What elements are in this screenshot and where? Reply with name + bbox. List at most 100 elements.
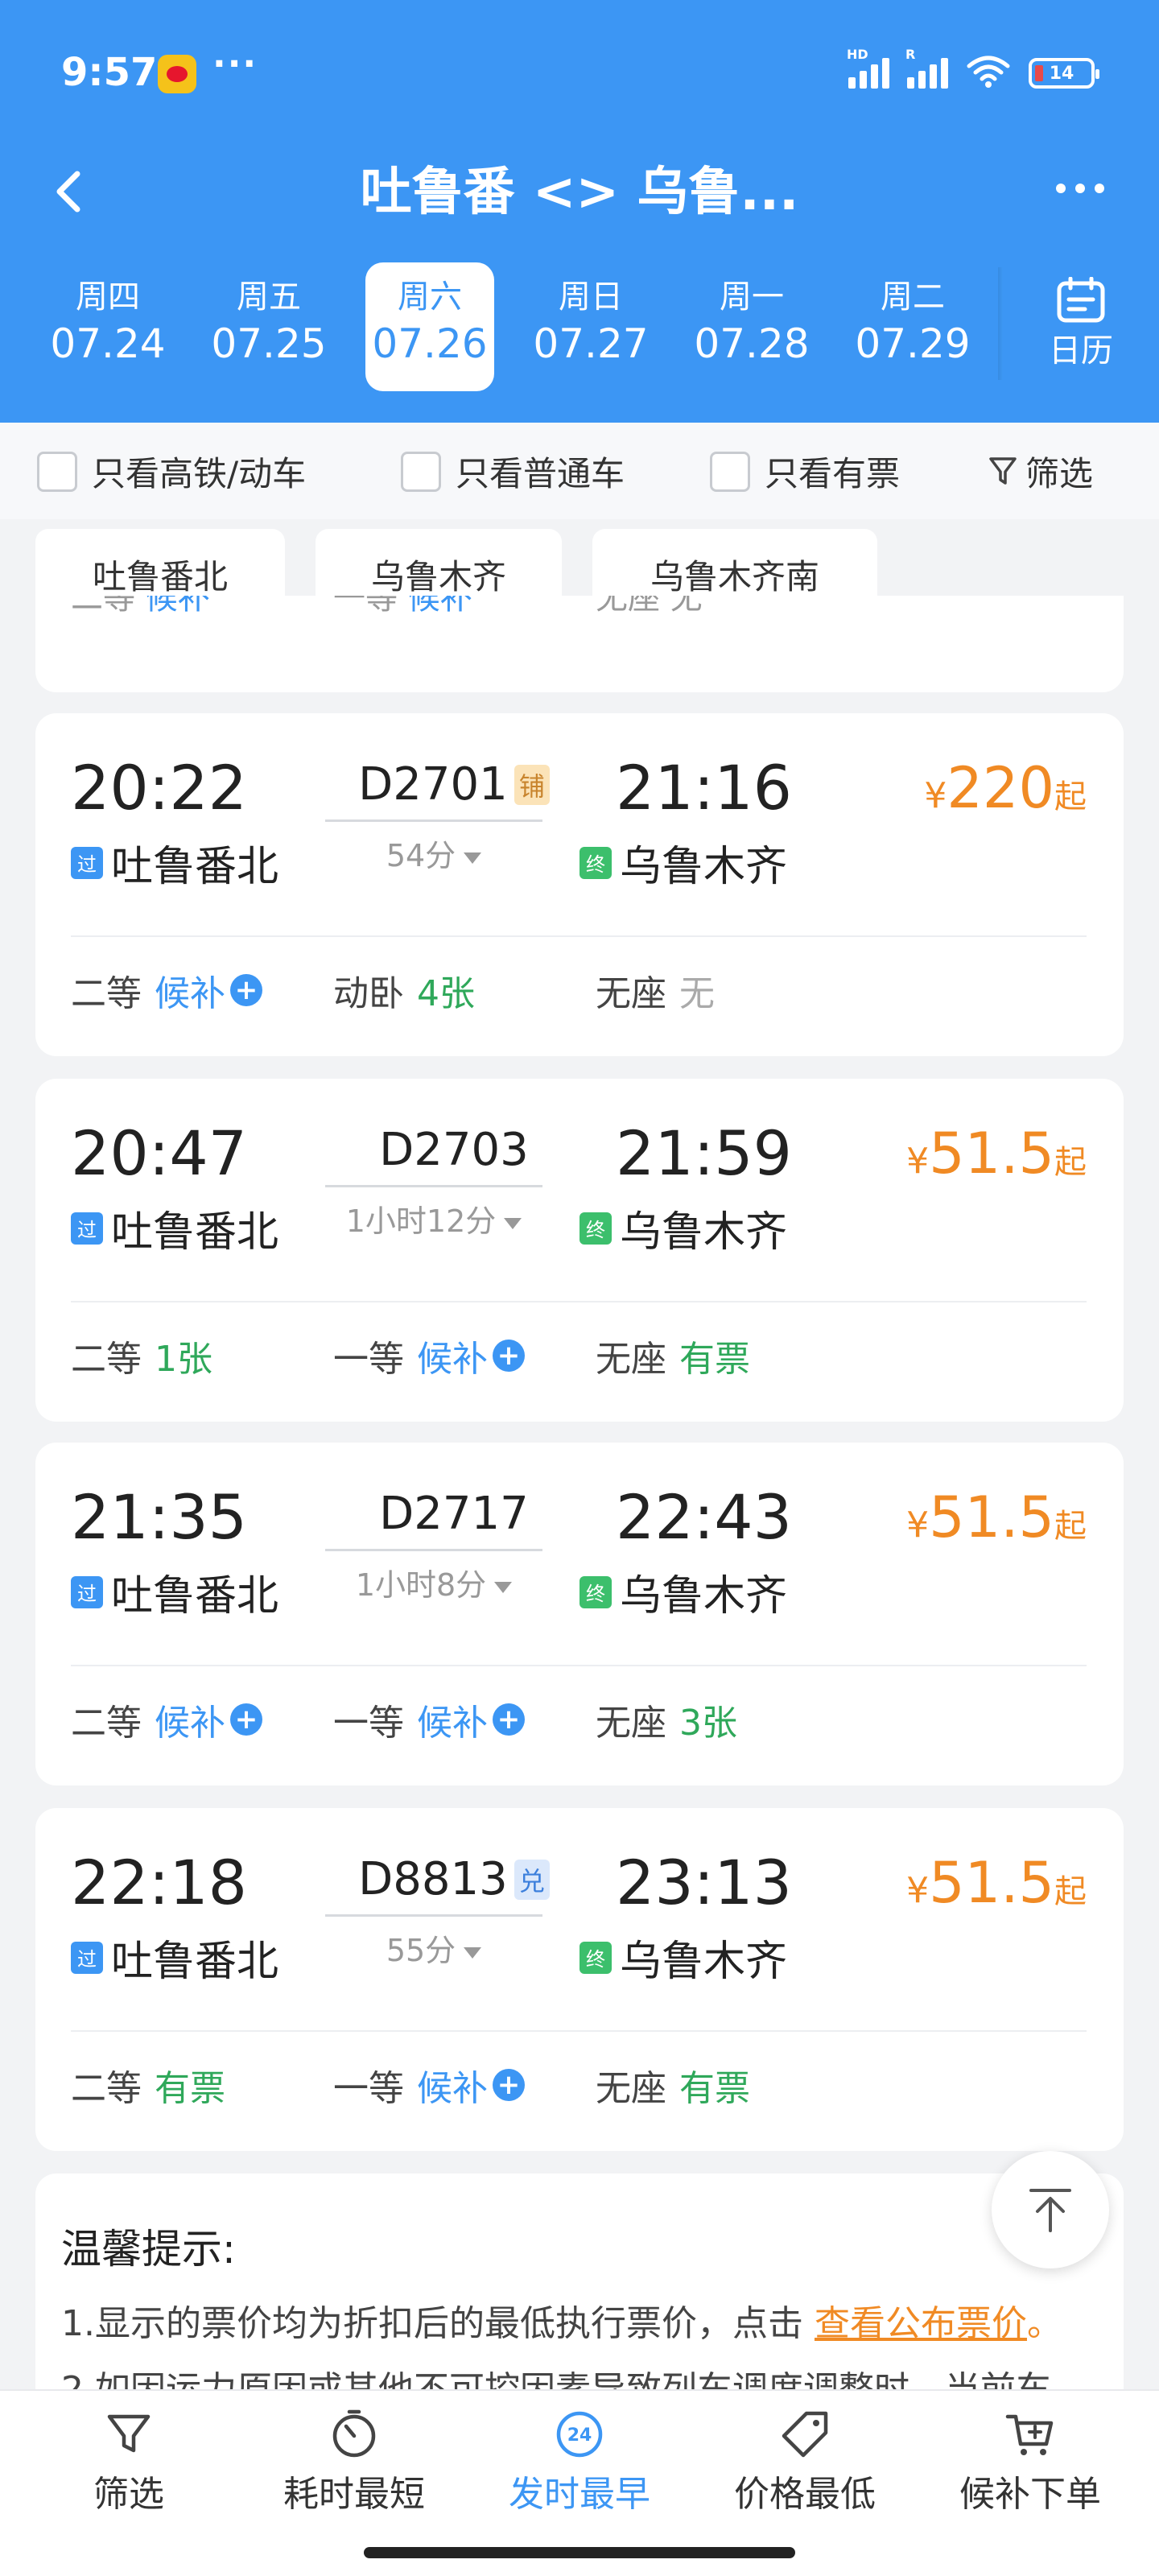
- bottom-waitlist-button[interactable]: 候补下单: [926, 2409, 1135, 2516]
- seat-name: 无座: [596, 596, 660, 617]
- train-card-partial[interactable]: 二等 候补 一等 候补 无座 无: [35, 596, 1124, 692]
- date-tab-week: 周日: [559, 279, 623, 316]
- seat-info[interactable]: 二等 有票: [71, 2059, 225, 2111]
- wifi-icon: [966, 53, 1011, 89]
- seat-info[interactable]: 一等 候补 +: [333, 1330, 525, 1381]
- view-published-price-link[interactable]: 查看公布票价: [815, 2303, 1027, 2344]
- train-number-text: D2717: [379, 1488, 529, 1540]
- seat-name: 无座: [596, 973, 666, 1014]
- bottom-shortest-button[interactable]: 耗时最短: [250, 2409, 459, 2516]
- duration-text: 1小时8分: [355, 1567, 487, 1603]
- seat-status: 有票: [679, 1339, 750, 1380]
- seat-info[interactable]: 无座 3张: [596, 1694, 737, 1745]
- price-value: 51.5: [929, 1121, 1054, 1187]
- more-icon[interactable]: [1056, 172, 1114, 204]
- checkbox[interactable]: [401, 451, 441, 492]
- arrival-station: 终 乌鲁木齐: [580, 832, 787, 893]
- seat-info[interactable]: 一等 候补 +: [333, 2059, 525, 2111]
- bottom-filter-button[interactable]: 筛选: [24, 2409, 233, 2516]
- price-value: 51.5: [929, 1484, 1054, 1550]
- filter-available-label: 只看有票: [765, 454, 901, 493]
- seat-info[interactable]: 无座 有票: [596, 2059, 750, 2111]
- checkbox[interactable]: [710, 451, 750, 492]
- divider: [71, 935, 1087, 937]
- filter-available[interactable]: 只看有票: [710, 447, 900, 496]
- seat-info[interactable]: 二等 候补 +: [71, 964, 262, 1016]
- train-number: D8813 兑: [325, 1853, 583, 1905]
- plus-circle-icon[interactable]: +: [230, 1703, 262, 1736]
- arrival-time: 23:13: [615, 1847, 792, 1918]
- price-from: 起: [1054, 1508, 1087, 1545]
- back-icon[interactable]: [47, 167, 95, 216]
- filter-normal[interactable]: 只看普通车: [401, 447, 625, 496]
- date-tab-4[interactable]: 周一 07.28: [687, 262, 816, 391]
- plus-circle-icon[interactable]: +: [493, 1703, 525, 1736]
- price-currency: ¥: [906, 1505, 930, 1546]
- departure-station: 过 吐鲁番北: [71, 1198, 278, 1258]
- duration[interactable]: 55分: [325, 1926, 542, 1970]
- signal-r-icon: R: [905, 47, 948, 89]
- date-tab-1[interactable]: 周五 07.25: [204, 262, 333, 391]
- seat-first: 一等 候补: [333, 596, 472, 618]
- price: ¥ 51.5 起: [906, 1850, 1087, 1916]
- divider: [71, 1665, 1087, 1666]
- filter-row: 只看高铁/动车 只看普通车 只看有票 筛选: [0, 423, 1159, 519]
- train-card[interactable]: 20:47 D2703 1小时12分 21:59 ¥ 51.5 起 过 吐鲁番北…: [35, 1079, 1124, 1422]
- seat-name: 二等: [71, 2068, 142, 2109]
- date-tab-week: 周六: [398, 279, 462, 316]
- price-tag-icon: [779, 2409, 831, 2460]
- seat-status: 候补: [417, 2068, 488, 2109]
- date-tab-3[interactable]: 周日 07.27: [526, 262, 655, 391]
- plus-circle-icon[interactable]: +: [493, 1340, 525, 1372]
- header: 9:57 ··· HD R 14 吐鲁番 <> 乌鲁... 周四 07.24 周…: [0, 0, 1159, 423]
- duration[interactable]: 1小时8分: [325, 1560, 542, 1604]
- seat-info[interactable]: 一等 候补 +: [333, 1694, 525, 1745]
- exchange-badge: 兑: [514, 1859, 550, 1900]
- home-indicator[interactable]: [364, 2547, 795, 2558]
- duration[interactable]: 54分: [325, 831, 542, 875]
- date-tab-5[interactable]: 周二 07.29: [848, 262, 977, 391]
- date-tab-2-selected[interactable]: 周六 07.26: [365, 262, 494, 391]
- plus-circle-icon[interactable]: +: [230, 974, 262, 1006]
- duration[interactable]: 1小时12分: [325, 1196, 542, 1241]
- seat-info[interactable]: 二等 1张: [71, 1330, 212, 1381]
- calendar-divider: [998, 267, 1003, 380]
- calendar-label: 日历: [1049, 332, 1113, 369]
- page-title: 吐鲁番 <> 乌鲁...: [360, 163, 799, 222]
- seat-info[interactable]: 无座 无: [596, 964, 715, 1016]
- filter-label: 筛选: [1025, 454, 1094, 493]
- seat-info[interactable]: 二等 候补 +: [71, 1694, 262, 1745]
- terminal-badge: 终: [580, 1575, 612, 1608]
- weibo-icon: [158, 55, 196, 93]
- divider: [71, 1301, 1087, 1302]
- departure-station-name: 吐鲁番北: [111, 1572, 279, 1620]
- seat-name: 二等: [71, 973, 142, 1014]
- bottom-cheapest-button[interactable]: 价格最低: [700, 2409, 909, 2516]
- bunk-badge: 铺: [514, 764, 550, 805]
- filter-high-speed[interactable]: 只看高铁/动车: [37, 447, 306, 496]
- date-tab-date: 07.25: [211, 320, 327, 367]
- terminal-badge: 终: [580, 1212, 612, 1245]
- train-card[interactable]: 21:35 D2717 1小时8分 22:43 ¥ 51.5 起 过 吐鲁番北 …: [35, 1443, 1124, 1785]
- train-card[interactable]: 20:22 D2701 铺 54分 21:16 ¥ 220 起 过 吐鲁番北 终…: [35, 713, 1124, 1056]
- arrival-time: 21:16: [615, 752, 792, 824]
- chevron-down-icon: [504, 1217, 522, 1229]
- date-tab-0[interactable]: 周四 07.24: [43, 262, 172, 391]
- seat-status: 候补: [155, 973, 225, 1014]
- bottom-earliest-button[interactable]: 24 发时最早: [475, 2409, 684, 2516]
- train-card[interactable]: 22:18 D8813 兑 55分 23:13 ¥ 51.5 起 过 吐鲁番北 …: [35, 1808, 1124, 2151]
- filter-button[interactable]: 筛选: [988, 447, 1093, 496]
- cart-icon: [1004, 2409, 1056, 2460]
- calendar-button[interactable]: 日历: [1021, 276, 1141, 374]
- departure-station: 过 吐鲁番北: [71, 1927, 278, 1988]
- seat-status: 有票: [155, 2068, 225, 2109]
- funnel-icon: [103, 2409, 155, 2460]
- seat-info[interactable]: 动卧 4张: [333, 964, 475, 1016]
- scroll-to-top-button[interactable]: [992, 2151, 1109, 2268]
- plus-circle-icon[interactable]: +: [493, 2069, 525, 2101]
- status-more-dots: ···: [212, 43, 258, 85]
- seat-name: 无座: [596, 2068, 666, 2109]
- seat-info[interactable]: 无座 有票: [596, 1330, 750, 1381]
- checkbox[interactable]: [37, 451, 77, 492]
- duration-text: 1小时12分: [345, 1203, 497, 1239]
